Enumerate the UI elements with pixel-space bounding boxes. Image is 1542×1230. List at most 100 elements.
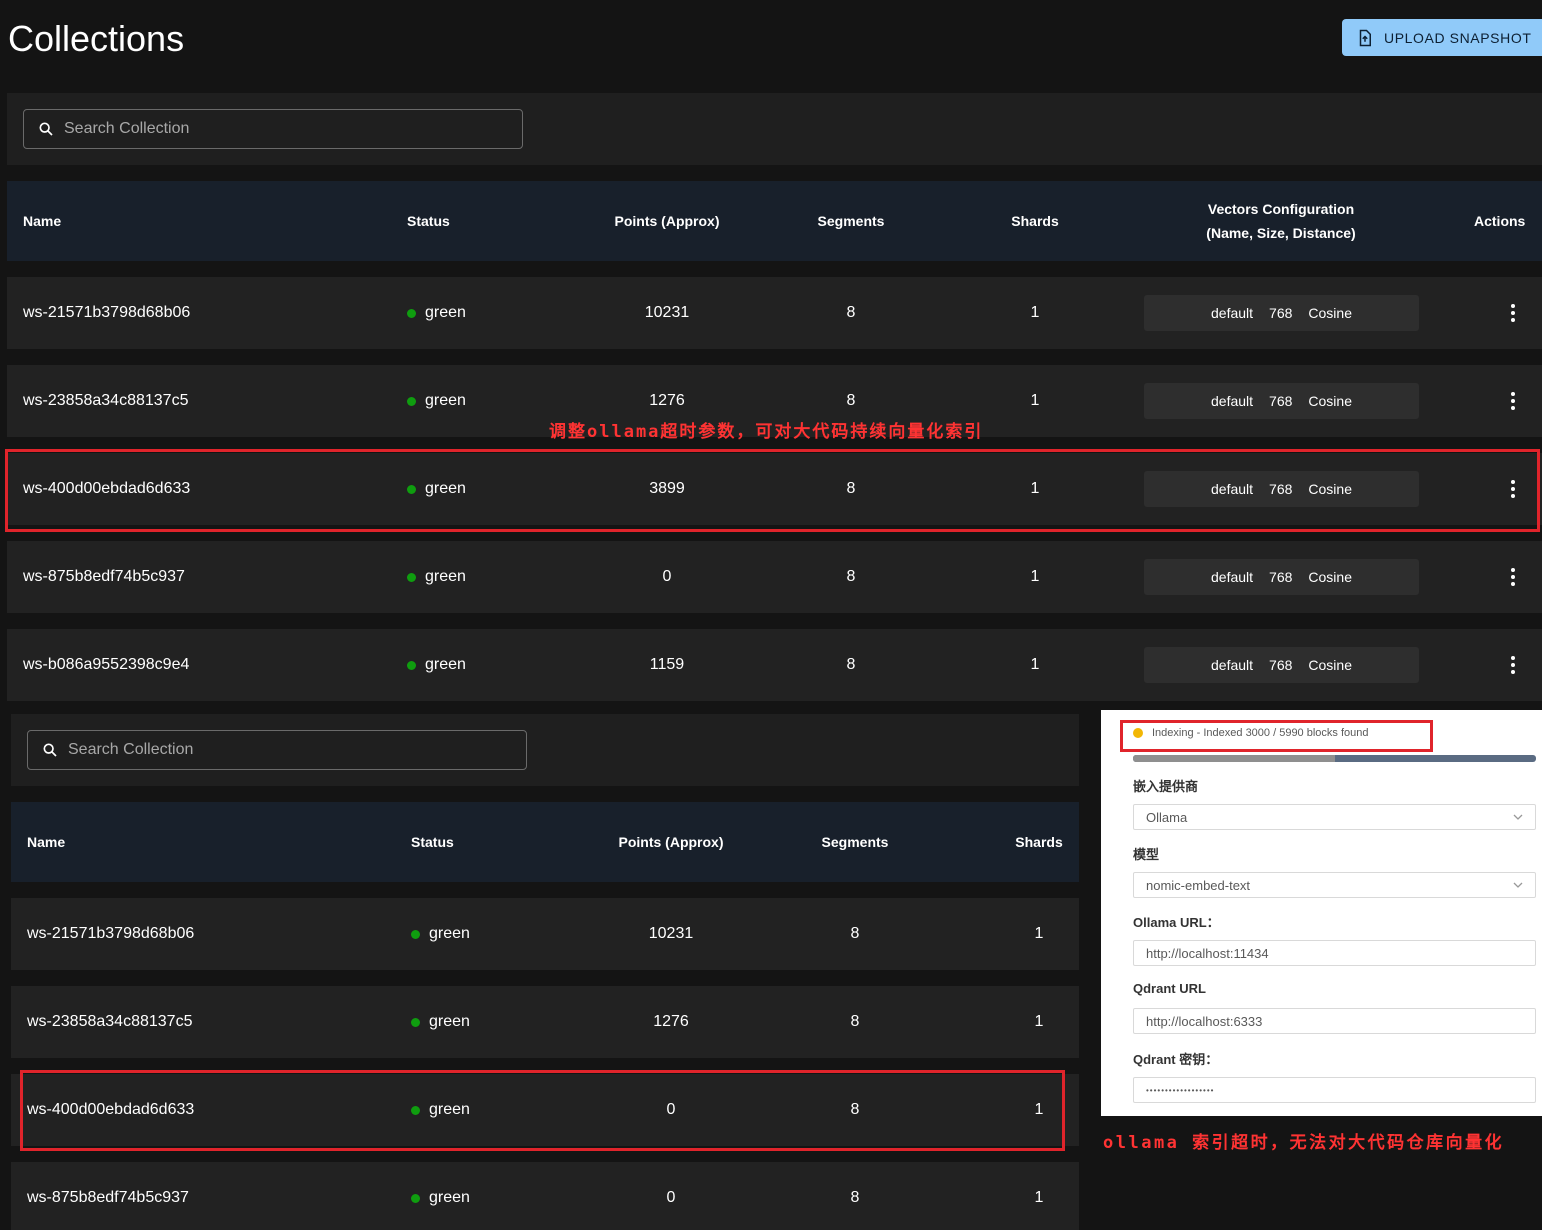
more-vert-icon[interactable] <box>1501 568 1525 586</box>
col-segments: Segments <box>821 834 889 850</box>
table-row: ws-400d00ebdad6d633 green 3899 8 1 defau… <box>7 453 1542 525</box>
search-input[interactable] <box>64 120 484 138</box>
status-text: green <box>429 925 470 942</box>
shards-value: 1 <box>1034 925 1044 942</box>
segments-value: 8 <box>846 656 856 673</box>
col-status: Status <box>411 834 454 850</box>
vectors-config-chip: default 768 Cosine <box>1144 295 1419 331</box>
points-value: 1276 <box>653 1013 689 1030</box>
provider-value: Ollama <box>1146 809 1188 825</box>
search-icon <box>39 122 53 136</box>
status-text: green <box>425 568 466 585</box>
vector-name: default <box>1211 657 1254 673</box>
table-header: Name Status Points (Approx) Segments Sha… <box>7 181 1542 261</box>
col-shards: Shards <box>1015 834 1063 850</box>
vector-name: default <box>1211 481 1254 497</box>
col-name: Name <box>23 213 62 229</box>
search-icon <box>43 743 57 757</box>
shards-value: 1 <box>1030 480 1040 497</box>
col-name: Name <box>27 834 66 850</box>
col-status: Status <box>407 213 450 229</box>
collection-name[interactable]: ws-875b8edf74b5c937 <box>23 568 185 586</box>
status-badge: green <box>411 925 470 943</box>
vector-size: 768 <box>1269 481 1293 497</box>
points-value: 10231 <box>648 925 694 942</box>
collection-name[interactable]: ws-23858a34c88137c5 <box>23 392 188 410</box>
qdrant-key-label: Qdrant 密钥： <box>1133 1052 1219 1067</box>
status-text: green <box>425 392 466 409</box>
collection-name[interactable]: ws-400d00ebdad6d633 <box>27 1101 194 1119</box>
collection-name[interactable]: ws-21571b3798d68b06 <box>23 304 190 322</box>
upload-file-icon <box>1359 29 1371 46</box>
status-text: green <box>425 304 466 321</box>
points-value: 3899 <box>649 480 685 497</box>
qdrant-key-value: •••••••••••••••••• <box>1146 1085 1215 1095</box>
vectors-config-chip: default 768 Cosine <box>1144 647 1419 683</box>
segments-value: 8 <box>850 1189 860 1206</box>
shards-value: 1 <box>1030 656 1040 673</box>
model-label: 模型 <box>1133 847 1160 862</box>
segments-value: 8 <box>846 568 856 585</box>
annotation-bottom: ollama 索引超时，无法对大代码仓库向量化 <box>1103 1133 1505 1153</box>
more-vert-icon[interactable] <box>1501 656 1525 674</box>
collection-name[interactable]: ws-875b8edf74b5c937 <box>27 1189 189 1207</box>
col-points: Points (Approx) <box>614 213 720 229</box>
points-value: 1276 <box>649 392 685 409</box>
status-badge: green <box>407 304 466 322</box>
shards-value: 1 <box>1030 568 1040 585</box>
shards-value: 1 <box>1034 1189 1044 1206</box>
provider-select[interactable]: Ollama <box>1133 804 1536 830</box>
points-value: 10231 <box>644 304 690 321</box>
shards-value: 1 <box>1034 1101 1044 1118</box>
qdrant-url-label: Qdrant URL <box>1133 981 1206 996</box>
points-value: 1159 <box>649 656 685 673</box>
search-box[interactable] <box>23 109 523 149</box>
qdrant-url-field[interactable]: http://localhost:6333 <box>1133 1008 1536 1034</box>
collection-name[interactable]: ws-400d00ebdad6d633 <box>23 480 190 498</box>
ollama-url-label: Ollama URL： <box>1133 915 1220 930</box>
second-screenshot: Name Status Points (Approx) Segments Sha… <box>4 710 1079 1230</box>
status-text: green <box>429 1013 470 1030</box>
status-text: green <box>425 480 466 497</box>
segments-value: 8 <box>846 392 856 409</box>
points-value: 0 <box>666 1189 676 1206</box>
status-badge: green <box>407 480 466 498</box>
segments-value: 8 <box>846 304 856 321</box>
upload-snapshot-button[interactable]: UPLOAD SNAPSHOT <box>1342 19 1542 56</box>
more-vert-icon[interactable] <box>1501 304 1525 322</box>
status-dot-icon <box>411 1193 420 1203</box>
collection-name[interactable]: ws-23858a34c88137c5 <box>27 1013 192 1031</box>
indexing-progress-bar <box>1133 755 1536 762</box>
model-select[interactable]: nomic-embed-text <box>1133 872 1536 898</box>
status-text: green <box>425 656 466 673</box>
status-text: green <box>429 1101 470 1118</box>
chevron-down-icon <box>1513 814 1523 820</box>
points-value: 0 <box>662 568 672 585</box>
search-panel <box>11 714 1079 786</box>
vector-size: 768 <box>1269 657 1293 673</box>
more-vert-icon[interactable] <box>1501 480 1525 498</box>
collection-name[interactable]: ws-b086a9552398c9e4 <box>23 656 189 674</box>
vectors-config-chip: default 768 Cosine <box>1144 471 1419 507</box>
segments-value: 8 <box>850 925 860 942</box>
search-panel <box>7 93 1542 165</box>
qdrant-key-field[interactable]: •••••••••••••••••• <box>1133 1077 1536 1103</box>
search-input[interactable] <box>68 741 488 759</box>
ollama-url-value: http://localhost:11434 <box>1146 945 1269 961</box>
table-row: ws-875b8edf74b5c937 green 0 8 1 default 7… <box>7 541 1542 613</box>
vectors-config-chip: default 768 Cosine <box>1144 559 1419 595</box>
segments-value: 8 <box>850 1101 860 1118</box>
col-segments: Segments <box>817 213 885 229</box>
status-dot-icon <box>407 484 416 494</box>
table-row: ws-b086a9552398c9e4 green 1159 8 1 defau… <box>7 629 1542 701</box>
segments-value: 8 <box>850 1013 860 1030</box>
table-row: ws-23858a34c88137c5 green 1276 8 1 <box>11 986 1079 1058</box>
collection-name[interactable]: ws-21571b3798d68b06 <box>27 925 194 943</box>
ollama-url-field[interactable]: http://localhost:11434 <box>1133 940 1536 966</box>
status-badge: green <box>407 568 466 586</box>
more-vert-icon[interactable] <box>1501 392 1525 410</box>
search-box[interactable] <box>27 730 527 770</box>
table-header: Name Status Points (Approx) Segments Sha… <box>11 802 1079 882</box>
status-badge: green <box>407 656 466 674</box>
vector-distance: Cosine <box>1308 569 1352 585</box>
